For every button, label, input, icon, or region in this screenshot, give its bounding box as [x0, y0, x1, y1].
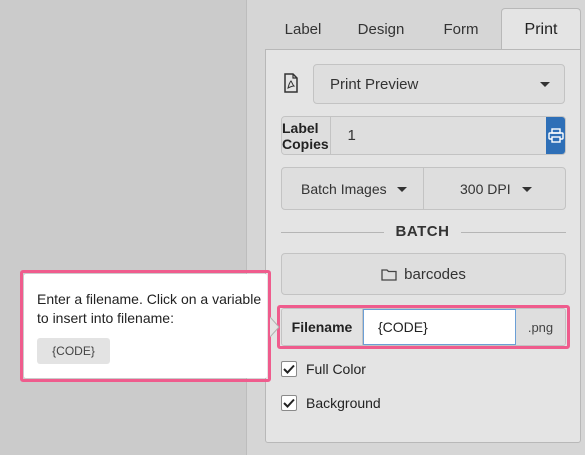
left-workspace — [0, 0, 246, 455]
checkmark-icon — [283, 364, 295, 374]
batch-options-group: Batch Images 300 DPI — [281, 167, 566, 210]
tab-form[interactable]: Form — [421, 8, 501, 50]
pdf-file-icon — [284, 73, 298, 93]
filename-label: Filename — [282, 309, 363, 345]
label-copies-input[interactable] — [331, 117, 547, 154]
chevron-down-icon — [540, 82, 550, 87]
chevron-down-icon — [522, 187, 532, 192]
variable-code-chip[interactable]: {CODE} — [37, 338, 110, 364]
full-color-option[interactable]: Full Color — [281, 361, 366, 377]
filename-tooltip: Enter a filename. Click on a variable to… — [24, 274, 267, 378]
folder-icon — [381, 268, 397, 281]
print-mode-select[interactable]: Print Preview — [313, 64, 565, 104]
filename-input[interactable] — [363, 309, 516, 345]
print-button[interactable] — [546, 117, 565, 154]
full-color-checkbox[interactable] — [281, 361, 297, 377]
folder-label: barcodes — [404, 265, 466, 283]
checkmark-icon — [283, 398, 295, 408]
batch-images-dropdown[interactable]: Batch Images — [282, 168, 424, 209]
full-color-label: Full Color — [306, 361, 366, 377]
tab-label[interactable]: Label — [265, 8, 341, 50]
folder-button[interactable]: barcodes — [281, 253, 566, 295]
chevron-down-icon — [397, 187, 407, 192]
background-label: Background — [306, 395, 381, 411]
batch-images-label: Batch Images — [301, 180, 387, 197]
batch-heading-text: BATCH — [395, 223, 450, 240]
label-copies-group: Label Copies — [281, 116, 566, 155]
heading-divider-left — [281, 232, 384, 233]
background-checkbox[interactable] — [281, 395, 297, 411]
batch-section-heading: BATCH — [281, 222, 566, 242]
dpi-label: 300 DPI — [460, 180, 511, 197]
tab-bar: Label Design Form Print — [265, 8, 581, 50]
tooltip-text: Enter a filename. Click on a variable to… — [37, 291, 262, 326]
tab-design[interactable]: Design — [341, 8, 421, 50]
heading-divider-right — [461, 232, 566, 233]
background-option[interactable]: Background — [281, 395, 381, 411]
filename-group: Filename .png — [281, 308, 566, 346]
filename-extension: .png — [516, 309, 565, 345]
print-mode-value: Print Preview — [330, 75, 419, 93]
print-panel — [265, 49, 581, 443]
dpi-dropdown[interactable]: 300 DPI — [424, 168, 565, 209]
label-copies-label: Label Copies — [282, 117, 332, 154]
tooltip-arrow — [270, 317, 280, 337]
tab-print[interactable]: Print — [501, 8, 581, 50]
printer-icon — [548, 128, 564, 143]
